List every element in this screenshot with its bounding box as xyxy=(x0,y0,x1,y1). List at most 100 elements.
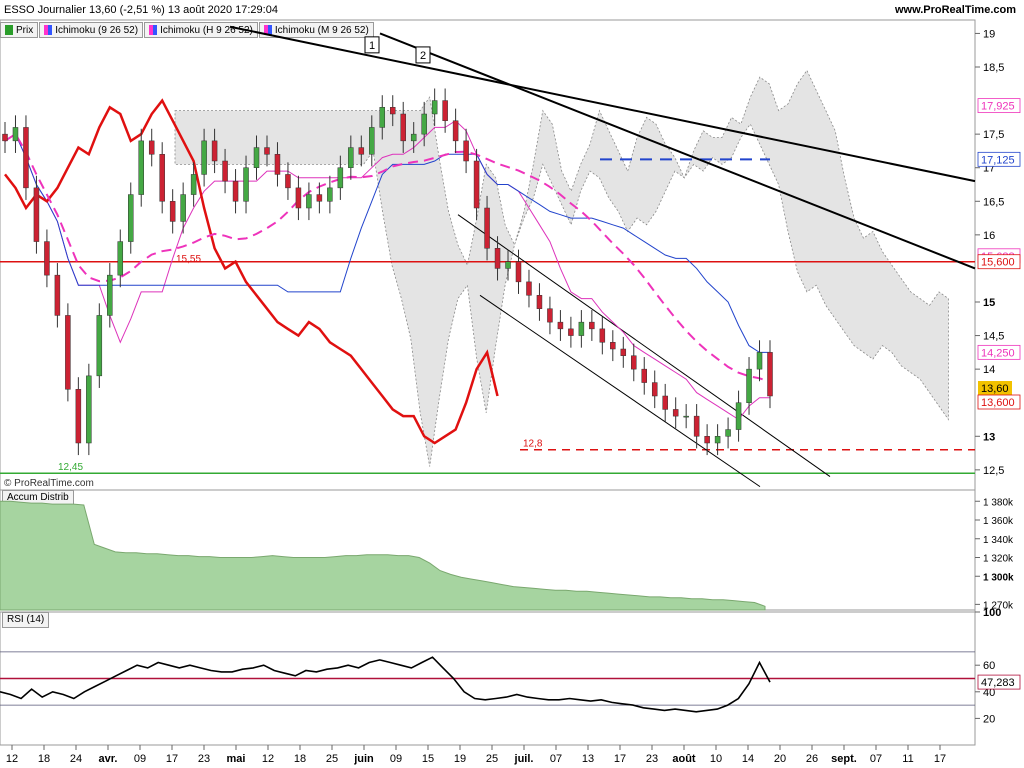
candle-body xyxy=(190,174,197,195)
candle-body xyxy=(75,389,82,444)
candle-body xyxy=(714,436,721,444)
candle-body xyxy=(44,241,50,276)
candle-body xyxy=(410,133,417,142)
x-tick-label: 23 xyxy=(646,753,658,765)
x-tick-label: 13 xyxy=(582,753,594,765)
x-tick-label: 17 xyxy=(934,753,946,765)
accum-distrib-area xyxy=(0,500,766,611)
candle-body xyxy=(421,113,427,135)
candle-body xyxy=(631,355,637,370)
candle-body xyxy=(746,368,752,403)
x-tick-label: 12 xyxy=(6,753,18,765)
candle-body xyxy=(327,187,333,202)
candle-body xyxy=(337,167,344,189)
candle-body xyxy=(285,174,291,189)
x-tick-label: 18 xyxy=(294,753,306,765)
x-tick-label: 19 xyxy=(454,753,466,765)
price-label: 14,250 xyxy=(981,347,1015,359)
candle-body xyxy=(473,160,480,209)
candle-body xyxy=(505,261,511,269)
candle-body xyxy=(400,113,406,142)
rsi-tick-label: 60 xyxy=(983,660,995,672)
candle-body xyxy=(159,154,165,202)
candle-body xyxy=(379,107,386,128)
price-label: 17,125 xyxy=(981,154,1015,166)
x-tick-label: 15 xyxy=(422,753,434,765)
candle-body xyxy=(169,201,176,222)
x-tick-label: avr. xyxy=(99,753,118,765)
candle-body xyxy=(735,402,742,430)
candle-body xyxy=(65,315,71,390)
candle-body xyxy=(274,154,281,175)
x-tick-label: 07 xyxy=(550,753,562,765)
candle-body xyxy=(128,194,134,242)
candle-body xyxy=(599,328,606,343)
accum-tick-label: 1 340k xyxy=(983,535,1014,546)
rsi-tick-label: 100 xyxy=(983,607,1001,619)
accum-tick-label: 1 360k xyxy=(983,516,1014,527)
candle-body xyxy=(641,368,647,383)
x-tick-label: juin xyxy=(353,753,374,765)
accum-tick-label: 1 300k xyxy=(983,572,1014,583)
candle-body xyxy=(672,409,679,417)
candle-body xyxy=(253,147,260,168)
candle-body xyxy=(610,342,616,350)
x-tick-label: 24 xyxy=(70,753,82,765)
candle-body xyxy=(767,352,773,397)
candle-body xyxy=(180,194,186,222)
candle-body xyxy=(662,395,668,410)
x-tick-label: 14 xyxy=(742,753,754,765)
candle-body xyxy=(54,274,61,316)
candle-body xyxy=(96,315,103,377)
candle-body xyxy=(23,127,29,189)
y-tick-label: 16 xyxy=(983,230,995,242)
price-label: 17,925 xyxy=(981,101,1015,113)
accum-tick-label: 1 380k xyxy=(983,497,1014,508)
candle-body xyxy=(484,207,490,249)
accum-tick-label: 1 320k xyxy=(983,554,1014,565)
candle-body xyxy=(12,127,19,142)
price-label: 13,60 xyxy=(981,383,1009,395)
y-tick-label: 14 xyxy=(983,364,995,376)
candle-body xyxy=(693,415,700,437)
ichimoku-cloud xyxy=(174,69,949,467)
candle-body xyxy=(117,241,124,276)
price-label: 13,600 xyxy=(981,397,1015,409)
candle-body xyxy=(578,321,585,336)
x-tick-label: 09 xyxy=(390,753,402,765)
candle-body xyxy=(442,100,448,121)
candle-body xyxy=(704,436,710,444)
watermark: © ProRealTime.com xyxy=(4,478,94,489)
x-tick-label: 11 xyxy=(902,753,913,765)
candle-body xyxy=(515,261,522,283)
candle-body xyxy=(494,248,501,269)
candle-body xyxy=(369,127,375,155)
candle-body xyxy=(201,140,207,175)
y-tick-label: 15 xyxy=(983,297,995,309)
x-tick-label: 10 xyxy=(710,753,722,765)
candle-body xyxy=(295,187,302,209)
candle-body xyxy=(683,415,689,418)
candle-body xyxy=(557,321,564,330)
candle-body xyxy=(316,194,323,202)
candle-body xyxy=(222,160,228,182)
x-tick-label: mai xyxy=(227,753,246,765)
x-tick-label: juil. xyxy=(514,753,534,765)
candle-body xyxy=(86,375,92,444)
rsi-value-label: 47,283 xyxy=(981,677,1015,689)
channel-top xyxy=(457,214,831,477)
candle-body xyxy=(389,107,396,115)
candle-body xyxy=(107,274,113,316)
candle-body xyxy=(568,328,574,336)
x-tick-label: 17 xyxy=(614,753,626,765)
price-chart[interactable]: 15,5512,812,4512© ProRealTime.com1918,51… xyxy=(0,0,1024,768)
channel-bottom xyxy=(479,294,761,488)
y-tick-label: 13 xyxy=(983,431,995,443)
y-tick-label: 18,5 xyxy=(983,62,1004,74)
candle-body xyxy=(452,120,459,142)
candle-body xyxy=(348,147,354,168)
candle-body xyxy=(148,140,155,155)
candle-body xyxy=(589,321,595,330)
x-tick-label: 17 xyxy=(166,753,178,765)
y-tick-label: 12,5 xyxy=(983,465,1004,477)
